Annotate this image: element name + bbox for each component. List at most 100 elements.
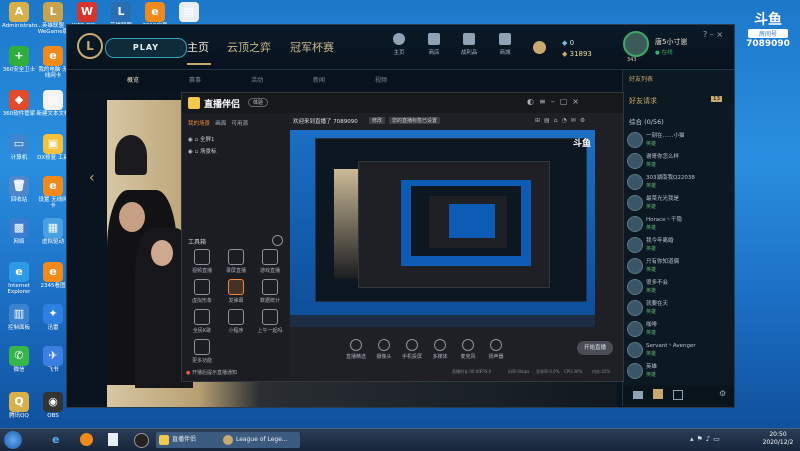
tab-home[interactable]: 主页 (187, 39, 209, 55)
toolbox-item[interactable]: 视频直播 (188, 249, 216, 274)
maximize-icon[interactable]: ▢ (560, 97, 573, 106)
ie-icon[interactable]: e (52, 433, 59, 446)
toolbox-item[interactable]: 发弹幕 (222, 279, 250, 304)
nav-store[interactable]: 商城 (491, 33, 519, 56)
notification-icon[interactable] (653, 389, 663, 399)
tab-tft[interactable]: 云顶之弈 (227, 39, 271, 55)
subnav-tab[interactable]: 新闻 (313, 75, 325, 84)
bottom-tool[interactable]: 直播精选 (342, 339, 370, 360)
toolbox-item[interactable]: 上午一起吗 (256, 309, 284, 334)
nav-collection[interactable]: 商店 (420, 33, 448, 56)
close-icon[interactable]: × (572, 97, 584, 106)
tab-clash[interactable]: 冠军杯赛 (290, 39, 334, 55)
play-button[interactable]: PLAY (105, 38, 187, 58)
toolbox-item[interactable]: 小程序 (222, 309, 250, 334)
friend-group[interactable]: 综合 (0/56) (629, 116, 664, 126)
toolbox-collapse-icon[interactable] (272, 235, 283, 246)
toolbox-item[interactable]: 游戏直播 (256, 249, 284, 274)
desktop-icon[interactable]: 🗑 回收站 (2, 176, 36, 203)
scene-1-label: 全屏1 (200, 137, 215, 143)
friend-row[interactable]: 只有你知道偶 英雄 (627, 256, 731, 278)
mission-icon[interactable] (673, 390, 683, 400)
app-icon: W (77, 2, 97, 22)
obs-icon[interactable] (134, 433, 149, 448)
desktop-icon[interactable]: e 我的电脑 无线网卡 (36, 46, 70, 79)
desktop-icon[interactable]: +360安全卫士 (2, 46, 36, 73)
desktop-icon[interactable]: A Administrato... (2, 2, 42, 29)
desktop-icon[interactable]: ◆ 360软件管家 (2, 90, 36, 117)
desktop-icon[interactable]: Q 腾讯QQ (2, 392, 36, 419)
friend-row[interactable]: 很多不会 英雄 (627, 277, 731, 299)
app-icon: e (43, 46, 63, 66)
bottom-tool-label: 麦克风 (460, 354, 476, 360)
start-stream-button[interactable]: 开始直播 (577, 341, 613, 355)
settings-icon[interactable]: ⚙ (719, 389, 726, 398)
minimize-icon[interactable]: – (710, 30, 714, 39)
menu-icon[interactable]: ≡ (539, 97, 551, 106)
desktop-icon[interactable]: L 英雄联盟 WeGame版 (36, 2, 70, 35)
desktop-icon[interactable]: e 设置 无线网卡 (36, 176, 70, 209)
tool-icon (262, 279, 278, 295)
friend-row[interactable]: 我今年离婚 英雄 (627, 235, 731, 257)
friend-row[interactable]: 就要在天 英雄 (627, 298, 731, 320)
friend-row[interactable]: 英雄 英雄 (627, 361, 731, 383)
close-icon[interactable]: × (716, 30, 723, 39)
nav-loot[interactable]: 战利品 (455, 33, 483, 56)
desktop-icon[interactable]: ▭ 计算机 (2, 134, 36, 161)
friend-requests[interactable]: 好友请求 (629, 96, 657, 106)
toolbox-item[interactable]: 数据统计 (256, 279, 284, 304)
user-icon[interactable]: ◐ (527, 97, 539, 106)
tab-scenes[interactable]: 我的场景 (188, 121, 210, 127)
summoner-avatar[interactable] (623, 31, 649, 57)
desktop-icon[interactable]: e 2345看图 (36, 262, 70, 289)
file-icon[interactable] (108, 433, 118, 446)
bottom-tool[interactable]: 麦克风 (454, 339, 482, 360)
bottom-tool[interactable]: 手机投屏 (398, 339, 426, 360)
toolbox-item[interactable]: 录屏直播 (222, 249, 250, 274)
nav-home[interactable]: 主页 (385, 33, 413, 56)
toolbox-item[interactable]: 全民K歌 (188, 309, 216, 334)
desktop-icon[interactable]: ✈ 飞书 (36, 346, 70, 373)
app-icon: 🗑 (9, 176, 29, 196)
desktop-icon[interactable]: ▦ 虚拟驱动 (36, 218, 70, 245)
desktop-icon[interactable]: ▩ 网络 (2, 218, 36, 245)
bottom-tool[interactable]: 扬声器 (482, 339, 510, 360)
desktop-icon[interactable]: ✦ 迅雷 (36, 304, 70, 331)
desktop-icon[interactable]: ◉ OBS (36, 392, 70, 419)
tab-sources[interactable]: 可用源 (232, 121, 249, 127)
friend-row[interactable]: 谢哥你怎么样 英雄 (627, 151, 731, 173)
desktop-icon[interactable]: ▣ DX修复 工具 (36, 134, 70, 161)
friend-row[interactable]: 303湖南我Q22038 英雄 (627, 172, 731, 194)
clock[interactable]: 20:50 2020/12/2 (760, 431, 796, 447)
chat-icon[interactable] (633, 391, 643, 399)
desktop-icon[interactable]: ▤ (172, 2, 206, 23)
friend-row[interactable]: 咖啡 英雄 (627, 319, 731, 341)
taskbar-item-lol[interactable]: League of Lege... (220, 432, 300, 448)
subnav-tab[interactable]: 赛事 (189, 75, 201, 84)
subnav-tab[interactable]: 概览 (127, 75, 139, 84)
subnav-tab[interactable]: 视频 (375, 75, 387, 84)
desktop-icon[interactable]: ▥ 控制面板 (2, 304, 36, 331)
friend-row[interactable]: Horace丶干隐 英雄 (627, 214, 731, 236)
toolbox-item[interactable]: 虚拟形象 (188, 279, 216, 304)
friend-row[interactable]: 一刻在……小猫 英雄 (627, 130, 731, 152)
friend-avatar (627, 321, 643, 337)
friend-row[interactable]: 最菜光光我是 英雄 (627, 193, 731, 215)
desktop-icon[interactable]: e Internet Explorer (2, 262, 36, 295)
banner-arrow-left-icon[interactable]: ‹ (89, 170, 95, 186)
friend-row[interactable]: Servant丶Avenger 英雄 (627, 340, 731, 362)
bottom-tool[interactable]: 摄像头 (370, 339, 398, 360)
desktop-icon[interactable]: ✆ 微信 (2, 346, 36, 373)
toolbox-item[interactable]: 更多功能 (188, 339, 216, 364)
start-button[interactable] (4, 431, 22, 449)
tab-canvas[interactable]: 画面 (215, 121, 226, 127)
minimize-icon[interactable]: – (551, 97, 560, 106)
help-icon[interactable]: ? (703, 30, 707, 39)
desktop-icon[interactable]: ▤ 新建文本文档 (36, 90, 70, 117)
bottom-tool[interactable]: 多媒体 (426, 339, 454, 360)
browser-icon[interactable] (80, 433, 93, 446)
scene-item[interactable]: ◉ ▫ 全屏1 (188, 135, 215, 143)
scene-item[interactable]: ◉ ▫ 场景标 (188, 147, 217, 155)
tag-modify[interactable]: 修改 (369, 117, 386, 124)
subnav-tab[interactable]: 活动 (251, 75, 263, 84)
